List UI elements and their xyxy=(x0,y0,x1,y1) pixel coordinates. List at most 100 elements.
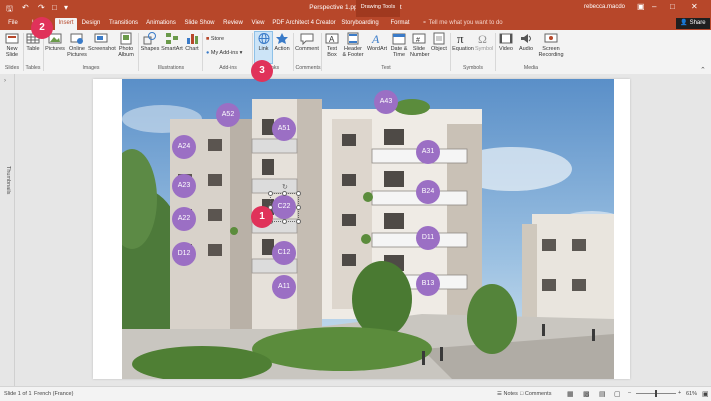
screen-recording-icon xyxy=(544,33,558,43)
unit-marker-a43[interactable]: A43 xyxy=(374,90,398,114)
unit-marker-d12[interactable]: D12 xyxy=(172,242,196,266)
tab-animations[interactable]: Animations xyxy=(144,18,178,30)
chart-button[interactable]: Chart xyxy=(184,32,200,52)
unit-marker-a52[interactable]: A52 xyxy=(216,103,240,127)
zoom-level[interactable]: 61% xyxy=(686,391,697,397)
unit-marker-a22[interactable]: A22 xyxy=(172,207,196,231)
svg-text:A: A xyxy=(371,32,380,45)
share-button[interactable]: 👤 Share xyxy=(676,18,710,29)
expand-thumbnails-icon[interactable]: › xyxy=(4,78,6,84)
user-name[interactable]: rebecca.macdo xyxy=(584,4,625,10)
screenshot-button[interactable]: Screenshot xyxy=(88,32,116,52)
tab-view[interactable]: View xyxy=(249,18,267,30)
tab-pdf-architect[interactable]: PDF Architect 4 Creator xyxy=(272,18,336,30)
photo-album-button[interactable]: Photo Album xyxy=(116,32,136,58)
equation-button[interactable]: π Equation xyxy=(452,32,474,52)
building-illustration xyxy=(122,79,614,379)
date-time-button[interactable]: Date & Time xyxy=(389,32,409,58)
tab-slide-show[interactable]: Slide Show xyxy=(183,18,216,30)
resize-handle[interactable] xyxy=(296,219,301,224)
group-label-symbols: Symbols xyxy=(463,65,483,71)
resize-handle[interactable] xyxy=(282,191,287,196)
zoom-in-icon[interactable]: + xyxy=(678,390,681,396)
unit-marker-b24[interactable]: B24 xyxy=(416,180,440,204)
slideshow-view-icon[interactable]: ▢ xyxy=(614,390,621,398)
zoom-out-icon[interactable]: – xyxy=(628,390,631,396)
link-button[interactable]: Link xyxy=(254,31,273,64)
resize-handle[interactable] xyxy=(282,219,287,224)
maximize-icon[interactable]: □ xyxy=(670,2,675,11)
unit-marker-a24[interactable]: A24 xyxy=(172,135,196,159)
link-icon xyxy=(258,33,269,44)
fit-slide-icon[interactable]: ▣ xyxy=(702,390,709,398)
notes-button[interactable]: ☰ Notes xyxy=(497,391,518,397)
online-pictures-button[interactable]: Online Pictures xyxy=(66,32,88,58)
object-icon xyxy=(433,32,445,45)
unit-marker-a51[interactable]: A51 xyxy=(272,117,296,141)
screenshot-icon xyxy=(94,33,108,43)
tab-review[interactable]: Review xyxy=(221,18,245,30)
tab-format[interactable]: Format xyxy=(389,18,411,30)
comment-button[interactable]: Comment xyxy=(295,32,319,52)
store-icon: ■ xyxy=(206,36,210,42)
video-button[interactable]: Video xyxy=(497,32,515,52)
resize-handle[interactable] xyxy=(268,191,273,196)
rotate-handle-icon[interactable]: ↻ xyxy=(282,183,288,191)
context-group-label: Drawing Tools xyxy=(356,0,400,17)
building-photo[interactable] xyxy=(122,79,614,379)
new-slide-button[interactable]: New Slide xyxy=(2,32,22,58)
slide-sorter-icon[interactable]: ▩ xyxy=(583,390,590,398)
slide-number-icon: # xyxy=(412,33,426,44)
tab-insert[interactable]: Insert xyxy=(55,18,77,30)
symbol-button[interactable]: Ω Symbol xyxy=(475,32,493,52)
unit-marker-a11[interactable]: A11 xyxy=(272,275,296,299)
unit-marker-d11[interactable]: D11 xyxy=(416,226,440,250)
zoom-slider-thumb[interactable] xyxy=(655,390,657,397)
status-bar: Slide 1 of 1 French (France) ☰ Notes □ C… xyxy=(0,386,711,401)
store-button[interactable]: ■ Store xyxy=(206,36,224,42)
action-button[interactable]: Action xyxy=(273,32,291,52)
my-addins-button[interactable]: ● My Add-ins ▾ xyxy=(206,50,242,56)
language-indicator[interactable]: French (France) xyxy=(34,391,73,397)
tab-file[interactable]: File xyxy=(4,18,22,30)
resize-handle[interactable] xyxy=(296,205,301,210)
ribbon: New Slide Table Pictures Online Pictures… xyxy=(0,30,711,75)
ribbon-display-icon[interactable]: ▣ xyxy=(637,2,645,11)
symbol-icon: Ω xyxy=(478,32,487,45)
slide-number-button[interactable]: # Slide Number xyxy=(410,32,430,58)
title-bar: 🖫 ↶ ↷ □ ▾ Perspective 1.pptx - PowerPoin… xyxy=(0,0,711,17)
unit-marker-c12[interactable]: C12 xyxy=(272,241,296,265)
comments-button[interactable]: □ Comments xyxy=(520,391,551,397)
header-footer-button[interactable]: Header & Footer xyxy=(342,32,364,58)
slide-indicator: Slide 1 of 1 xyxy=(4,391,32,397)
reading-view-icon[interactable]: ▤ xyxy=(599,390,606,398)
object-button[interactable]: Object xyxy=(430,32,448,52)
tab-storyboarding[interactable]: Storyboarding xyxy=(339,18,381,30)
audio-icon xyxy=(521,34,531,43)
text-box-button[interactable]: A Text Box xyxy=(323,32,341,58)
unit-marker-a23[interactable]: A23 xyxy=(172,174,196,198)
audio-button[interactable]: Audio xyxy=(517,32,535,52)
header-footer-icon xyxy=(347,32,359,45)
tab-transitions[interactable]: Transitions xyxy=(107,18,140,30)
unit-marker-b13[interactable]: B13 xyxy=(416,272,440,296)
wordart-button[interactable]: A WordArt xyxy=(366,32,388,52)
close-icon[interactable]: ✕ xyxy=(691,2,698,11)
thumbnail-pane[interactable]: › Thumbnails xyxy=(0,74,15,386)
screen-recording-button[interactable]: Screen Recording xyxy=(537,32,565,58)
resize-handle[interactable] xyxy=(296,191,301,196)
collapse-ribbon-icon[interactable]: ⌃ xyxy=(700,66,706,74)
tell-me-search[interactable]: ⚬ Tell me what you want to do xyxy=(422,19,503,26)
smartart-button[interactable]: SmartArt xyxy=(161,32,183,52)
shapes-button[interactable]: Shapes xyxy=(140,32,160,52)
tab-design[interactable]: Design xyxy=(80,18,102,30)
video-icon xyxy=(499,33,513,44)
online-pictures-icon xyxy=(70,33,83,44)
normal-view-icon[interactable]: ▦ xyxy=(567,390,574,398)
date-time-icon xyxy=(392,33,406,45)
group-label-addins: Add-ins xyxy=(219,65,237,71)
minimize-icon[interactable]: – xyxy=(652,2,656,11)
thumbnails-label: Thumbnails xyxy=(5,166,11,195)
unit-marker-a31[interactable]: A31 xyxy=(416,140,440,164)
svg-text:π: π xyxy=(457,32,464,45)
